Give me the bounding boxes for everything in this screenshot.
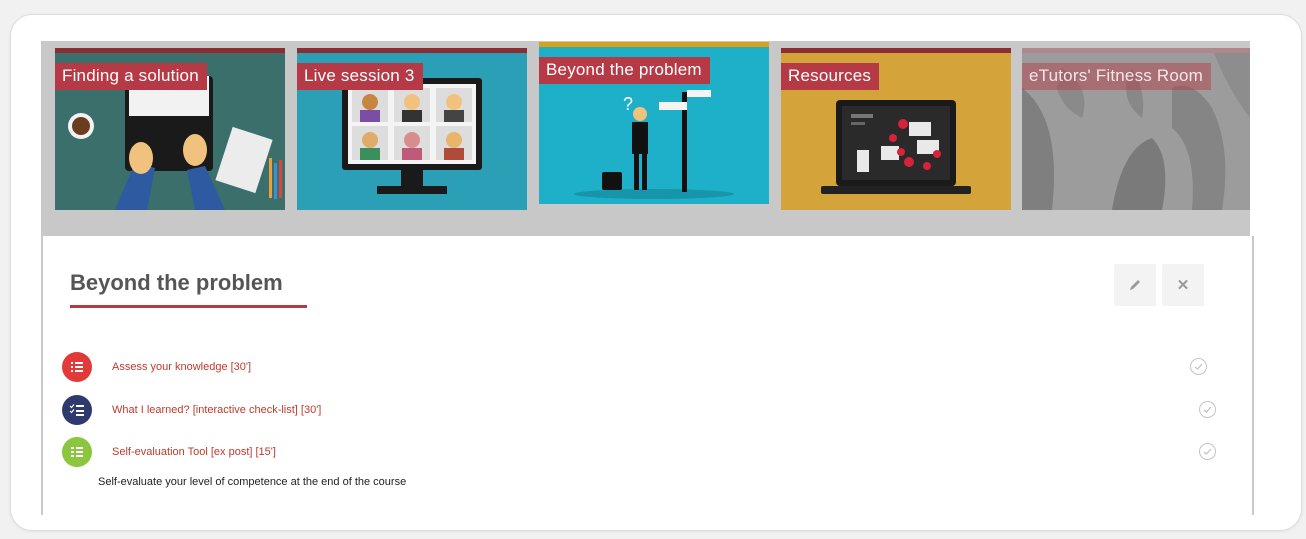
svg-text:?: ? <box>623 94 633 114</box>
questionnaire-icon <box>62 437 92 467</box>
tile-top-bar <box>781 48 1011 53</box>
activity-row: Assess your knowledge [30'] <box>62 352 1212 384</box>
tile-resources[interactable]: Resources <box>781 48 1011 210</box>
tile-top-bar <box>55 48 285 53</box>
title-underline <box>70 305 307 308</box>
tile-etutors-fitness-room[interactable]: eTutors' Fitness Room <box>1022 48 1250 210</box>
checklist-icon <box>62 395 92 425</box>
completion-checkbox[interactable] <box>1199 401 1216 418</box>
close-button[interactable]: ✕ <box>1162 264 1204 306</box>
activity-link[interactable]: Assess your knowledge [30'] <box>112 361 251 373</box>
pencil-icon <box>1130 280 1140 290</box>
tile-label[interactable]: Finding a solution <box>55 63 207 90</box>
section-title: Beyond the problem <box>70 270 283 295</box>
list-icon <box>62 352 92 382</box>
activity-link[interactable]: Self-evaluation Tool [ex post] [15'] <box>112 446 276 458</box>
activity-description: Self-evaluate your level of competence a… <box>98 476 407 488</box>
completion-checkbox[interactable] <box>1190 358 1207 375</box>
tile-top-bar <box>539 42 769 47</box>
close-icon: ✕ <box>1176 277 1190 294</box>
tile-top-bar <box>1022 48 1250 53</box>
tile-label[interactable]: Beyond the problem <box>539 57 710 84</box>
tile-finding-a-solution[interactable]: Finding a solution <box>55 48 285 210</box>
tile-label[interactable]: eTutors' Fitness Room <box>1022 63 1212 90</box>
activity-row: What I learned? [interactive check-list]… <box>62 395 1216 427</box>
activity-row: Self-evaluation Tool [ex post] [15'] <box>62 437 1216 469</box>
tile-label[interactable]: Resources <box>781 63 880 90</box>
completion-checkbox[interactable] <box>1199 443 1216 460</box>
tile-beyond-the-problem[interactable]: ? Beyond the problem <box>539 42 769 204</box>
tile-top-bar <box>297 48 527 53</box>
activity-link[interactable]: What I learned? [interactive check-list]… <box>112 404 321 416</box>
tile-live-session-3[interactable]: Live session 3 <box>297 48 527 210</box>
edit-button[interactable] <box>1114 264 1156 306</box>
tile-label[interactable]: Live session 3 <box>297 63 423 90</box>
